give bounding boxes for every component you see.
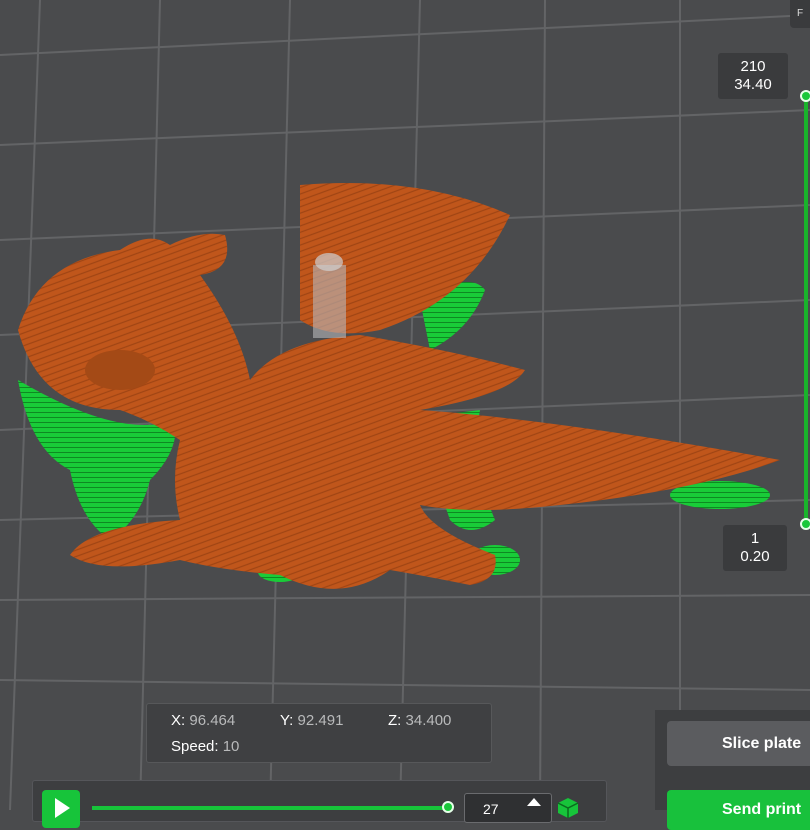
preview-prime-tower [313, 253, 346, 338]
z-label: Z: [388, 712, 402, 729]
bottom-layer-height: 0.20 [740, 548, 770, 565]
z-coordinate: Z: 34.400 [388, 712, 451, 729]
x-label: X: [171, 712, 186, 729]
layer-slider[interactable] [804, 96, 808, 524]
top-layer-height: 34.40 [734, 76, 772, 93]
speed-label: Speed: [171, 738, 219, 755]
y-label: Y: [280, 712, 294, 729]
top-layer-number: 210 [740, 58, 766, 75]
view-tab[interactable]: F [790, 0, 810, 28]
3d-viewport[interactable] [0, 0, 810, 810]
cube-icon[interactable] [556, 796, 580, 820]
move-slider-handle[interactable] [442, 801, 454, 813]
x-coordinate: X: 96.464 [171, 712, 235, 729]
spin-up-icon[interactable] [526, 797, 542, 807]
z-value: 34.400 [405, 712, 452, 729]
top-layer-label: 210 34.40 [718, 53, 788, 99]
y-value: 92.491 [297, 712, 344, 729]
position-info-panel: X: 96.464 Y: 92.491 Z: 34.400 Speed: 10 [146, 703, 492, 763]
move-slider[interactable] [92, 806, 448, 810]
speed-readout: Speed: 10 [171, 738, 239, 755]
send-print-button[interactable]: Send print [667, 790, 810, 830]
bottom-layer-label: 1 0.20 [723, 525, 787, 571]
dragon-model [18, 183, 780, 589]
play-icon [55, 798, 70, 818]
play-button[interactable] [42, 790, 80, 828]
slice-plate-button[interactable]: Slice plate [667, 721, 810, 766]
y-coordinate: Y: 92.491 [280, 712, 343, 729]
speed-value: 10 [222, 738, 240, 755]
top-layer-handle[interactable] [800, 90, 810, 102]
bottom-layer-handle[interactable] [800, 518, 810, 530]
x-value: 96.464 [189, 712, 236, 729]
bottom-layer-number: 1 [750, 530, 760, 547]
